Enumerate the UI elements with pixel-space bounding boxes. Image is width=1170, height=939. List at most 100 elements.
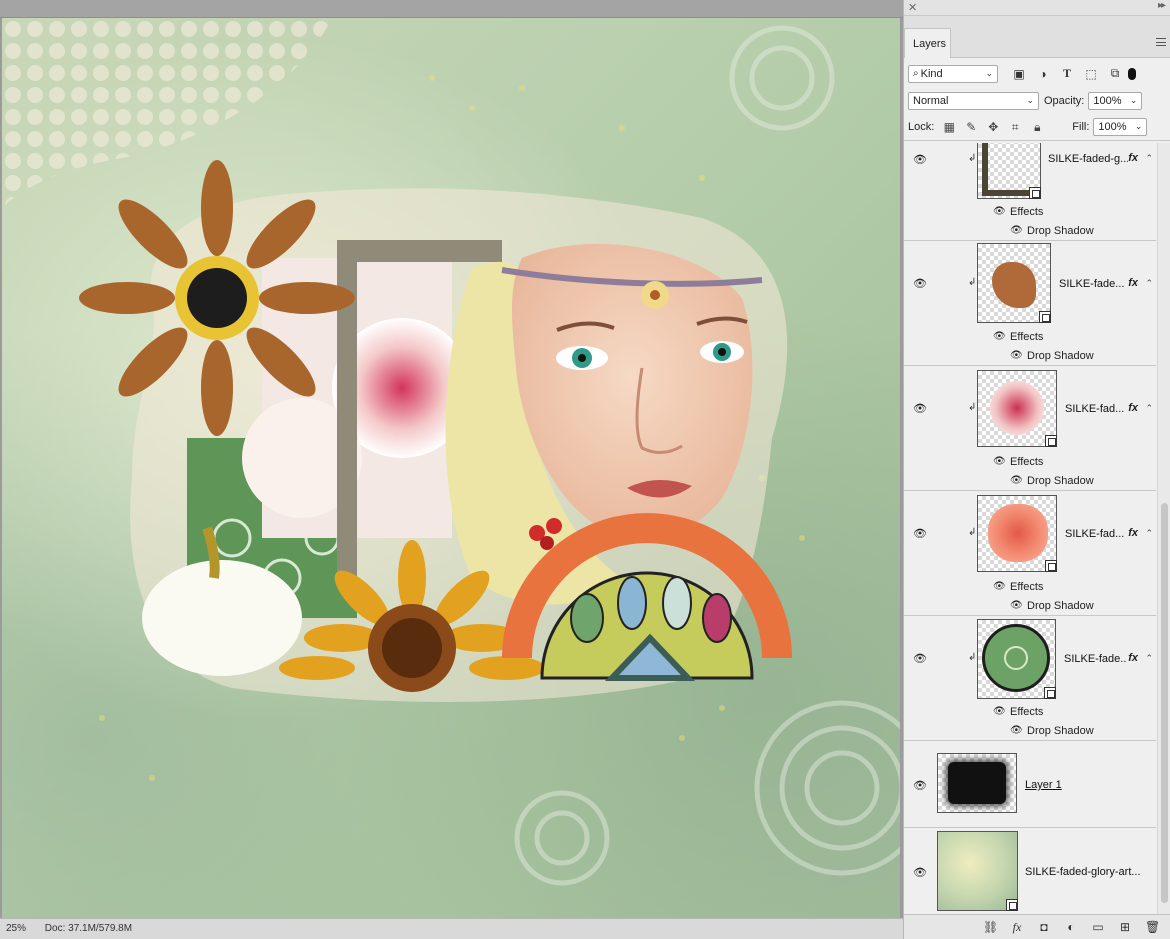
visibility-eye-icon[interactable]: 👁︎ — [913, 652, 927, 665]
visibility-eye-icon[interactable]: 👁︎ — [993, 331, 1006, 342]
shape-layer-filter-icon[interactable]: ⬚ — [1084, 67, 1098, 81]
layer-thumbnail — [977, 370, 1057, 447]
fill-input[interactable]: 100% ⌄ — [1093, 118, 1148, 136]
lock-artboard-icon[interactable]: ⌗ — [1008, 120, 1022, 135]
layer-name[interactable]: SILKE-faded-g... — [1048, 153, 1128, 165]
clipping-arrow-icon: ↲ — [968, 277, 977, 288]
layer-name[interactable]: Layer 1 — [1025, 779, 1125, 791]
scrollbar-thumb[interactable] — [1161, 503, 1168, 903]
artwork-illustration — [2, 18, 900, 886]
effects-row[interactable]: 👁︎ Effects — [904, 203, 1154, 222]
visibility-eye-icon[interactable]: 👁︎ — [913, 153, 927, 166]
fx-icon[interactable]: fx — [1128, 152, 1138, 164]
fx-icon[interactable]: fx — [1128, 402, 1138, 414]
effect-row[interactable]: 👁︎ Drop Shadow — [904, 597, 1154, 616]
effects-row[interactable]: 👁︎ Effects — [904, 453, 1154, 472]
new-adjustment-layer-icon[interactable]: ◐ — [1064, 920, 1078, 934]
chevron-up-icon[interactable]: ⌃ — [1145, 528, 1153, 539]
layers-list[interactable]: 👁︎ ↲ SILKE-faded-g... fx ⌃ 👁︎ Effects 👁︎… — [904, 143, 1156, 914]
layer-name[interactable]: SILKE-faded-glory-art... — [1025, 866, 1150, 878]
layer-item[interactable]: 👁︎ Layer 1 — [904, 741, 1156, 828]
effect-row[interactable]: 👁︎ Drop Shadow — [904, 722, 1154, 741]
visibility-eye-icon[interactable]: 👁︎ — [993, 206, 1006, 217]
chevron-up-icon[interactable]: ⌃ — [1145, 403, 1153, 414]
lock-position-icon[interactable]: ✥ — [986, 120, 1000, 134]
layer-item[interactable]: 👁︎ ↲ SILKE-fade... fx ⌃ 👁︎ Effects 👁︎ Dr… — [904, 241, 1156, 366]
fx-icon[interactable]: fx — [1128, 652, 1138, 664]
visibility-eye-icon[interactable]: 👁︎ — [913, 866, 927, 879]
layer-item[interactable]: 👁︎ SILKE-faded-glory-art... — [904, 828, 1156, 914]
layer-item[interactable]: 👁︎ ↲ SILKE-fade... fx ⌃ 👁︎ Effects 👁︎ Dr… — [904, 616, 1156, 741]
smart-object-badge-icon — [1029, 187, 1041, 199]
effects-row[interactable]: 👁︎ Effects — [904, 703, 1154, 722]
filter-toggle-icon[interactable] — [1128, 67, 1136, 80]
zoom-level[interactable]: 25% — [6, 923, 26, 934]
chevron-up-icon[interactable]: ⌃ — [1145, 278, 1153, 289]
close-icon[interactable]: ✕ — [908, 1, 917, 14]
lock-transparency-icon[interactable]: ▦ — [942, 120, 956, 134]
layers-scrollbar[interactable] — [1157, 143, 1170, 914]
lock-label: Lock: — [908, 121, 935, 133]
blend-mode-select[interactable]: Normal ⌄ — [908, 91, 1039, 110]
visibility-eye-icon[interactable]: 👁︎ — [1010, 225, 1023, 236]
lock-pixels-icon[interactable]: ✎ — [964, 120, 978, 134]
effect-row[interactable]: 👁︎ Drop Shadow — [904, 347, 1154, 366]
visibility-eye-icon[interactable]: 👁︎ — [993, 581, 1006, 592]
visibility-eye-icon[interactable]: 👁︎ — [913, 402, 927, 415]
smart-object-badge-icon — [1044, 687, 1056, 699]
smart-object-filter-icon[interactable]: ⧉ — [1108, 66, 1122, 81]
fx-icon[interactable]: fx — [1128, 277, 1138, 289]
add-mask-icon[interactable]: ◘ — [1037, 920, 1051, 934]
artwork-canvas[interactable] — [2, 18, 900, 918]
pixel-layer-filter-icon[interactable]: ▣ — [1012, 67, 1026, 81]
delete-layer-icon[interactable]: 🗑︎ — [1145, 920, 1160, 934]
layer-name[interactable]: SILKE-fade... — [1059, 278, 1125, 290]
visibility-eye-icon[interactable]: 👁︎ — [913, 277, 927, 290]
layer-name[interactable]: SILKE-fade... — [1064, 653, 1126, 665]
search-icon: ⌕ — [913, 68, 919, 79]
opacity-input[interactable]: 100% ⌄ — [1088, 91, 1143, 110]
effect-label: Drop Shadow — [1027, 350, 1094, 362]
new-layer-icon[interactable]: ⊞ — [1118, 920, 1132, 934]
visibility-eye-icon[interactable]: 👁︎ — [913, 527, 927, 540]
adjustment-layer-filter-icon[interactable]: ◑ — [1036, 67, 1050, 81]
tab-layers[interactable]: Layers — [904, 28, 951, 58]
visibility-eye-icon[interactable]: 👁︎ — [993, 456, 1006, 467]
kind-filter-select[interactable]: ⌕ Kind ⌄ — [908, 64, 998, 83]
new-group-icon[interactable]: ▭ — [1091, 920, 1105, 934]
layer-name[interactable]: SILKE-fad... — [1065, 528, 1125, 540]
layers-bottom-toolbar: ⛓︎ fx ◘ ◐ ▭ ⊞ 🗑︎ — [904, 914, 1170, 939]
link-layers-icon[interactable]: ⛓︎ — [983, 920, 998, 934]
layer-name[interactable]: SILKE-fad... — [1065, 403, 1125, 415]
panel-menu-icon[interactable] — [1156, 38, 1166, 46]
effects-row[interactable]: 👁︎ Effects — [904, 578, 1154, 597]
visibility-eye-icon[interactable]: 👁︎ — [1010, 600, 1023, 611]
visibility-eye-icon[interactable]: 👁︎ — [1010, 475, 1023, 486]
lock-row: Lock: ▦ ✎ ✥ ⌗ 🔒︎ Fill: 100% ⌄ — [904, 114, 1170, 141]
chevron-up-icon[interactable]: ⌃ — [1145, 653, 1153, 664]
effect-label: Drop Shadow — [1027, 475, 1094, 487]
visibility-eye-icon[interactable]: 👁︎ — [1010, 725, 1023, 736]
visibility-eye-icon[interactable]: 👁︎ — [1010, 350, 1023, 361]
layer-item[interactable]: 👁︎ ↲ SILKE-fad... fx ⌃ 👁︎ Effects 👁︎ Dro… — [904, 366, 1156, 491]
opacity-value: 100% — [1093, 94, 1122, 107]
lock-all-icon[interactable]: 🔒︎ — [1030, 120, 1044, 135]
effects-label: Effects — [1010, 206, 1044, 218]
type-layer-filter-icon[interactable]: T — [1060, 66, 1074, 81]
add-layer-style-icon[interactable]: fx — [1010, 920, 1024, 935]
layer-thumbnail — [977, 143, 1041, 199]
layer-item[interactable]: 👁︎ ↲ SILKE-fad... fx ⌃ 👁︎ Effects 👁︎ Dro… — [904, 491, 1156, 616]
visibility-eye-icon[interactable]: 👁︎ — [913, 779, 927, 792]
chevron-up-icon[interactable]: ⌃ — [1145, 153, 1153, 164]
canvas-area[interactable]: 25% Doc: 37.1M/579.8M — [0, 0, 903, 939]
chevron-down-icon: ⌄ — [985, 67, 993, 78]
layer-item[interactable]: 👁︎ ↲ SILKE-faded-g... fx ⌃ 👁︎ Effects 👁︎… — [904, 143, 1156, 241]
effect-row[interactable]: 👁︎ Drop Shadow — [904, 222, 1154, 241]
filter-icons: ▣ ◑ T ⬚ ⧉ — [1012, 66, 1122, 81]
effects-row[interactable]: 👁︎ Effects — [904, 328, 1154, 347]
collapse-icon[interactable]: ▸▸ — [1158, 0, 1166, 11]
fx-icon[interactable]: fx — [1128, 527, 1138, 539]
effect-row[interactable]: 👁︎ Drop Shadow — [904, 472, 1154, 491]
effect-label: Drop Shadow — [1027, 725, 1094, 737]
visibility-eye-icon[interactable]: 👁︎ — [993, 706, 1006, 717]
